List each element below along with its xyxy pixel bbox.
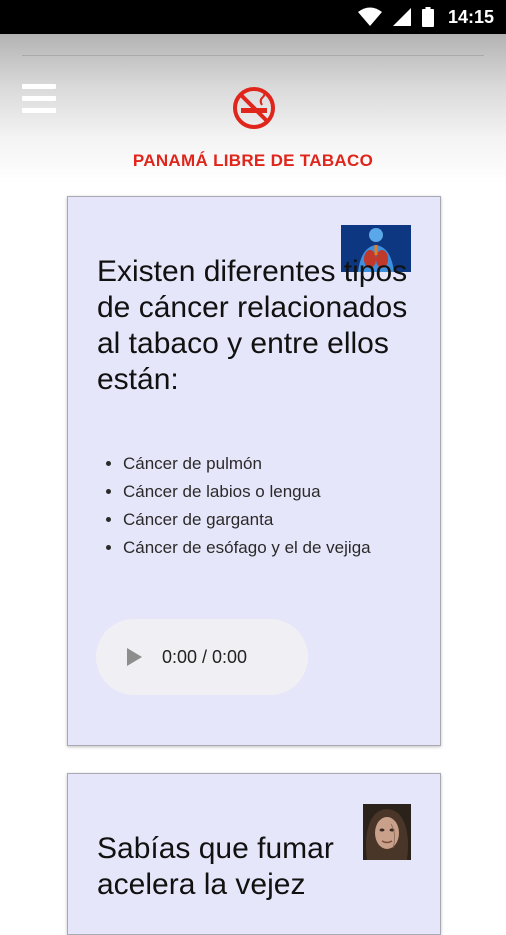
header-divider bbox=[22, 55, 484, 56]
battery-icon bbox=[421, 7, 434, 27]
card-heading: Existen diferentes tipos de cáncer relac… bbox=[97, 255, 408, 396]
status-bar: 14:15 bbox=[0, 0, 506, 34]
card-heading: Sabías que fumar acelera la vejez bbox=[97, 832, 334, 901]
list-item: Cáncer de esófago y el de vejiga bbox=[123, 534, 371, 562]
info-card: Existen diferentes tipos de cáncer relac… bbox=[67, 196, 441, 746]
hamburger-menu-icon bbox=[22, 84, 56, 89]
cancer-types-list: Cáncer de pulmón Cáncer de labios o leng… bbox=[97, 450, 371, 562]
status-time: 14:15 bbox=[447, 6, 494, 27]
play-icon[interactable] bbox=[127, 648, 142, 666]
signal-icon bbox=[392, 8, 411, 26]
status-icons: 14:15 bbox=[357, 0, 494, 34]
list-item: Cáncer de garganta bbox=[123, 506, 371, 534]
no-smoking-icon bbox=[233, 87, 275, 129]
menu-button[interactable] bbox=[22, 84, 58, 114]
menu-bar-middle bbox=[22, 96, 56, 101]
menu-bar-bottom bbox=[22, 108, 56, 113]
wifi-icon bbox=[357, 7, 382, 26]
list-item: Cáncer de labios o lengua bbox=[123, 478, 371, 506]
audio-time: 0:00 / 0:00 bbox=[162, 646, 248, 667]
site-title: PANAMÁ LIBRE DE TABACO bbox=[132, 151, 374, 170]
list-item: Cáncer de pulmón bbox=[123, 450, 371, 478]
app-header: PANAMÁ LIBRE DE TABACO bbox=[0, 34, 506, 184]
info-card-2: Sabías que fumar acelera la vejez bbox=[67, 773, 441, 935]
audio-player: 0:00 / 0:00 bbox=[96, 619, 308, 695]
